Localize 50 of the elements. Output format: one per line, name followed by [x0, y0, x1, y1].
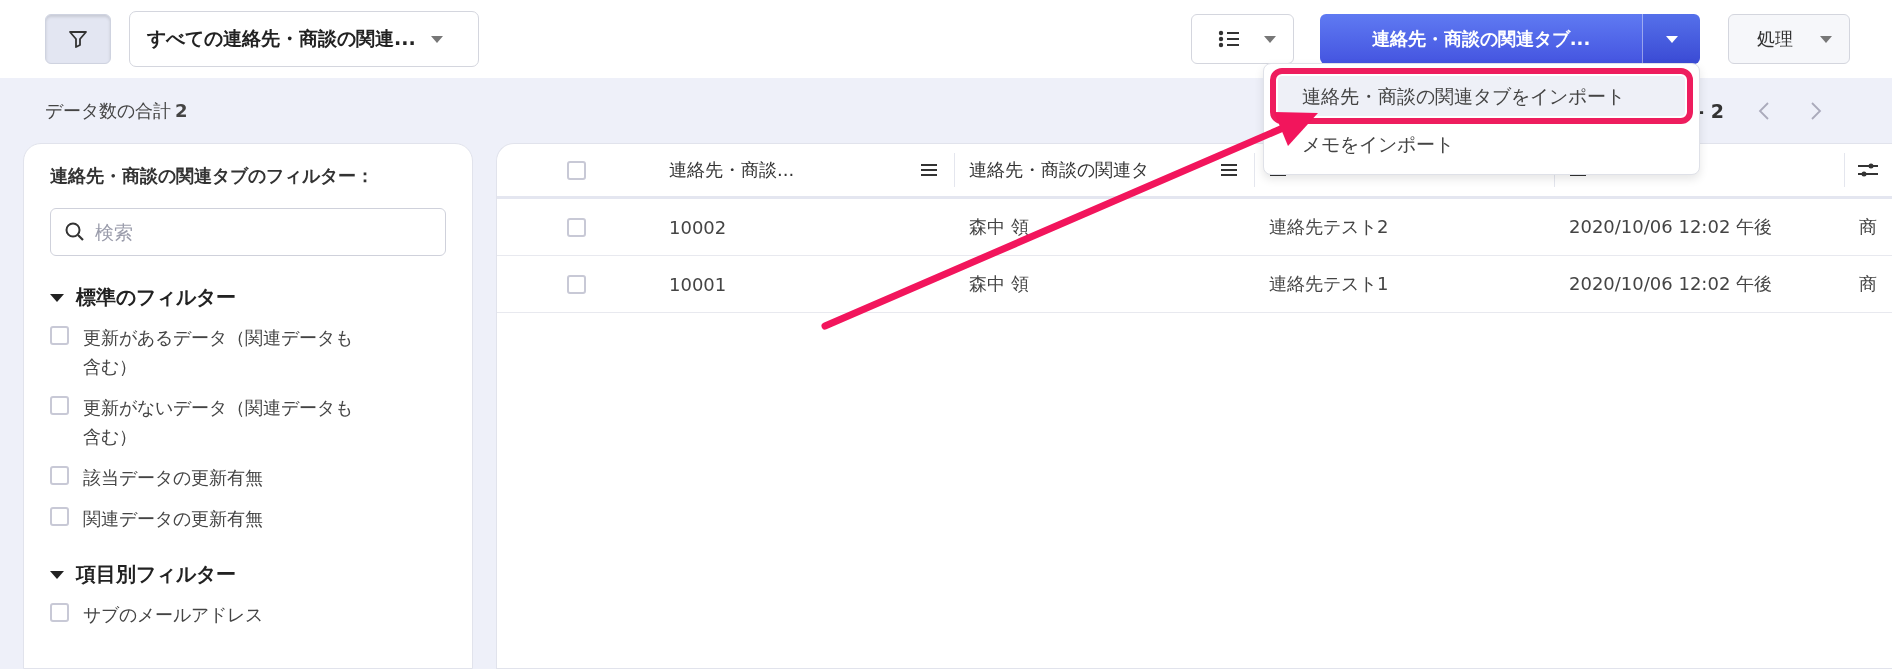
table-cell: 森中 領	[969, 273, 1029, 294]
table-cell: 連絡先テスト1	[1269, 273, 1389, 294]
process-button[interactable]: 処理	[1728, 14, 1850, 64]
table-cell: 連絡先テスト2	[1269, 216, 1389, 237]
column-menu-icon[interactable]	[1220, 163, 1238, 177]
select-all-checkbox[interactable]	[566, 160, 586, 180]
section-header[interactable]: 標準のフィルター	[50, 284, 446, 311]
caret-icon	[1819, 34, 1833, 44]
import-button[interactable]: 連絡先・商談の関連タブ...	[1320, 14, 1642, 64]
search-field[interactable]: 検索	[50, 208, 446, 256]
column-header[interactable]: 連絡先・商談の関連タ	[969, 158, 1149, 182]
next-page-icon[interactable]	[1810, 100, 1822, 121]
caret-icon	[1664, 34, 1679, 44]
checkbox[interactable]	[50, 396, 69, 415]
panel-title: 連絡先・商談の関連タブのフィルター：	[50, 164, 375, 188]
filter-label: 更新がないデータ（関連データも含む）	[83, 396, 354, 449]
view-select[interactable]: すべての連絡先・商談の関連...	[129, 11, 479, 67]
record-count: データ数の合計 2	[45, 98, 188, 123]
previous-page-icon[interactable]	[1758, 100, 1770, 121]
table-cell: 森中 領	[969, 216, 1029, 237]
filter-label: サブのメールアドレス	[83, 603, 264, 627]
filter-label: 更新があるデータ（関連データも含む）	[83, 326, 354, 379]
column-header[interactable]: 連絡先・商談...	[669, 158, 795, 182]
table-cell: 2020/10/06 12:02 午後	[1569, 216, 1773, 237]
table-cell: 10002	[669, 216, 727, 238]
checkbox[interactable]	[50, 507, 69, 526]
caret-icon	[1263, 34, 1277, 44]
table-cell: 2020/10/06 12:02 午後	[1569, 273, 1773, 294]
filter-label: 該当データの更新有無	[83, 466, 264, 490]
caret-icon	[429, 34, 444, 44]
filter-button[interactable]	[45, 14, 111, 64]
checkbox[interactable]	[566, 274, 586, 294]
list-view-button[interactable]	[1191, 14, 1294, 64]
checkbox[interactable]	[50, 466, 69, 485]
checkbox[interactable]	[50, 603, 69, 622]
checkbox[interactable]	[566, 217, 586, 237]
section-header[interactable]: 項目別フィルター	[50, 561, 446, 588]
menu-item[interactable]: メモをインポート	[1264, 124, 1685, 164]
filter-icon	[67, 28, 89, 50]
table-cell: 10001	[669, 273, 727, 295]
expanded-icon	[50, 569, 64, 580]
checkbox[interactable]	[50, 326, 69, 345]
list-icon	[1218, 30, 1240, 48]
expanded-icon	[50, 292, 64, 303]
filter-label: 関連データの更新有無	[83, 507, 264, 531]
column-menu-icon[interactable]	[920, 163, 938, 177]
table-cell: 商	[1859, 216, 1877, 237]
column-settings-icon[interactable]	[1857, 161, 1879, 179]
dropdown-toggle[interactable]	[1642, 14, 1700, 64]
table-cell: 商	[1859, 273, 1877, 294]
